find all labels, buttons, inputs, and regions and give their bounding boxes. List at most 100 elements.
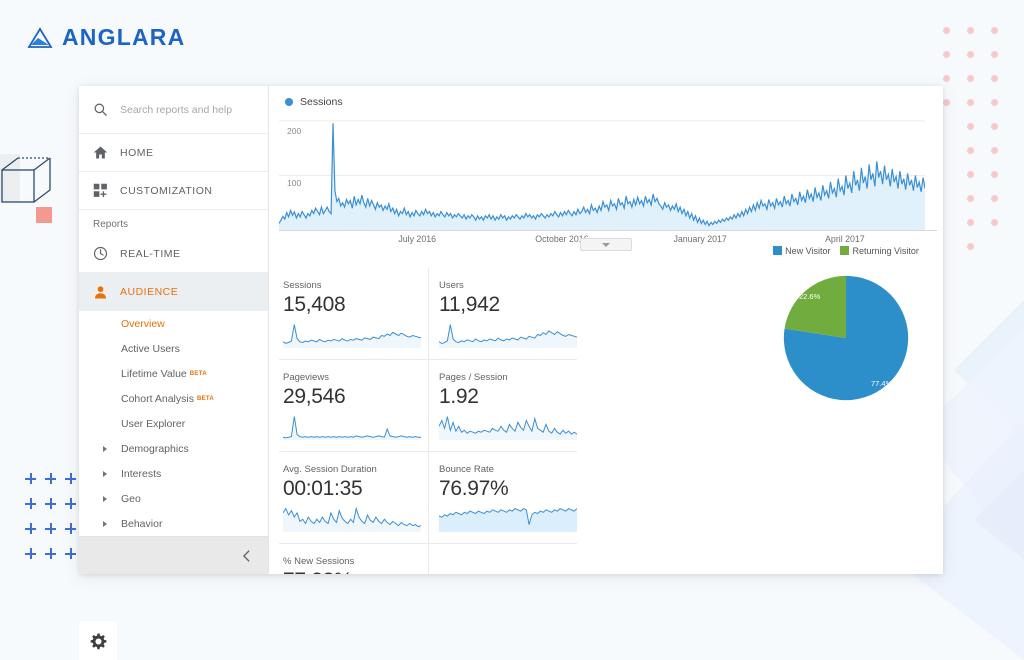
metric-value: 29,546 xyxy=(283,385,346,408)
sidebar-item-label: AUDIENCE xyxy=(120,286,179,298)
metric-card[interactable]: Sessions 15,408 xyxy=(279,268,428,360)
sidebar-subitem-user-explorer[interactable]: User Explorer xyxy=(79,411,268,436)
clock-icon xyxy=(93,246,108,261)
brand-name: ANGLARA xyxy=(62,24,186,50)
x-tick-label: April 2017 xyxy=(825,234,865,244)
metric-label: Avg. Session Duration xyxy=(283,464,377,475)
metric-sparkline xyxy=(438,508,578,532)
brand-logo: ANGLARA xyxy=(27,24,185,51)
beta-badge: BETA xyxy=(189,370,207,377)
person-icon xyxy=(94,285,107,298)
pie-legend-item: New Visitor xyxy=(773,246,830,256)
customization-grid-icon xyxy=(93,183,107,198)
metric-sparkline xyxy=(282,324,422,348)
caret-right-icon xyxy=(103,445,107,452)
sidebar-subitem-label: Overview xyxy=(121,317,165,330)
pie-legend-item: Returning Visitor xyxy=(840,246,919,256)
metric-value: 1.92 xyxy=(439,385,479,408)
sidebar-subitem-label: User Explorer xyxy=(121,417,186,430)
sidebar-subitem-lifetime-value[interactable]: Lifetime Value BETA xyxy=(79,361,268,386)
metric-sparkline xyxy=(438,324,578,348)
chevron-left-icon[interactable] xyxy=(241,549,252,563)
metric-card[interactable]: Pages / Session 1.92 xyxy=(428,360,578,452)
main-content: Sessions 200 100 July 2016 October 2016 Ja… xyxy=(269,86,943,574)
metric-label: Sessions xyxy=(283,280,322,291)
caret-right-icon xyxy=(103,520,107,527)
sidebar-section-label: Reports xyxy=(93,219,129,230)
x-tick-label: July 2016 xyxy=(398,234,437,244)
chart-legend: Sessions xyxy=(279,96,937,108)
search-row[interactable] xyxy=(79,86,268,134)
sidebar-subitem-label: Cohort Analysis xyxy=(121,392,194,405)
sidebar-subitem-behavior[interactable]: Behavior xyxy=(79,511,268,536)
search-icon xyxy=(94,103,107,116)
sidebar-item-real-time[interactable]: REAL-TIME xyxy=(79,235,268,273)
chevron-down-icon xyxy=(602,242,610,247)
sidebar-subitem-label: Interests xyxy=(121,467,162,480)
metric-label: % New Sessions xyxy=(283,556,355,567)
metric-label: Pageviews xyxy=(283,372,329,383)
sidebar-subitem-active-users[interactable]: Active Users xyxy=(79,336,268,361)
metric-value: 76.97% xyxy=(439,477,509,500)
metric-card[interactable]: % New Sessions 77.38% xyxy=(279,544,428,574)
sidebar-subitem-overview[interactable]: Overview xyxy=(79,311,268,336)
x-tick-label: January 2017 xyxy=(673,234,727,244)
y-tick-100: 100 xyxy=(287,178,302,188)
visitor-type-pie-block: New Visitor Returning Visitor 77.4% 22.6% xyxy=(751,246,941,412)
sidebar-scroll-area: HOME CUSTOMIZATION Reports REAL-TIME xyxy=(79,86,268,536)
sidebar-settings-cell[interactable] xyxy=(79,622,117,660)
metrics-grid: Sessions 15,408 Users 11,942 Pageviews 29,546… xyxy=(279,268,578,574)
sidebar-subitem-label: Geo xyxy=(121,492,141,505)
pie-slice-label-new: 77.4% xyxy=(871,379,893,388)
caret-right-icon xyxy=(103,495,107,502)
sidebar-item-label: REAL-TIME xyxy=(120,247,181,260)
sidebar: HOME CUSTOMIZATION Reports REAL-TIME xyxy=(79,86,269,574)
metric-label: Bounce Rate xyxy=(439,464,494,475)
beta-badge: BETA xyxy=(196,395,215,402)
metric-sparkline xyxy=(282,416,421,440)
sidebar-item-customization[interactable]: CUSTOMIZATION xyxy=(79,172,268,210)
sessions-chart-panel: Sessions 200 100 July 2016 October 2016 Ja… xyxy=(269,86,943,251)
metric-value: 15,408 xyxy=(283,293,346,316)
sidebar-subitem-demographics[interactable]: Demographics xyxy=(79,436,268,461)
visitor-type-pie-chart xyxy=(783,275,909,401)
sidebar-subitem-cohort-analysis[interactable]: Cohort Analysis BETA xyxy=(79,386,268,411)
metric-value: 77.38% xyxy=(283,569,428,574)
metric-value: 00:01:35 xyxy=(283,477,363,500)
pie-legend: New Visitor Returning Visitor xyxy=(751,246,941,256)
sidebar-bottom-bar xyxy=(79,536,268,574)
metric-sparkline xyxy=(438,416,578,440)
pie-slice-label-returning: 22.6% xyxy=(799,292,821,301)
metric-card[interactable]: Avg. Session Duration 00:01:35 xyxy=(279,452,428,544)
sessions-line-chart[interactable]: 200 100 xyxy=(278,110,937,230)
metric-value: 11,942 xyxy=(439,293,500,316)
sidebar-subitem-label: Lifetime Value xyxy=(121,367,187,380)
sidebar-subitem-label: Active Users xyxy=(121,342,180,355)
metric-label: Pages / Session xyxy=(439,372,508,383)
sidebar-item-home[interactable]: HOME xyxy=(79,134,268,172)
caret-right-icon xyxy=(103,470,107,477)
date-range-handle[interactable] xyxy=(580,238,632,251)
metric-card[interactable]: Bounce Rate 76.97% xyxy=(428,452,578,544)
sidebar-subitem-label: Behavior xyxy=(121,517,163,530)
chart-legend-label: Sessions xyxy=(300,96,343,108)
analytics-app-window: HOME CUSTOMIZATION Reports REAL-TIME xyxy=(79,86,943,574)
legend-dot-icon xyxy=(285,98,293,106)
sidebar-item-label: HOME xyxy=(120,146,154,159)
sessions-chart-svg xyxy=(278,120,926,230)
home-icon xyxy=(93,146,108,159)
pie-chart-wrap[interactable] xyxy=(751,264,941,412)
sidebar-subitem-geo[interactable]: Geo xyxy=(79,486,268,511)
gear-icon[interactable] xyxy=(90,633,107,650)
y-tick-200: 200 xyxy=(287,126,302,136)
triangle-swoosh-logo-icon xyxy=(27,26,53,48)
metric-sparkline xyxy=(282,506,422,532)
metric-card[interactable]: Pageviews 29,546 xyxy=(279,360,428,452)
sidebar-subitem-interests[interactable]: Interests xyxy=(79,461,268,486)
decorative-dot-grid xyxy=(934,18,1006,258)
sidebar-item-audience[interactable]: AUDIENCE xyxy=(79,273,268,311)
search-input[interactable] xyxy=(120,103,255,116)
metric-label: Users xyxy=(439,280,464,291)
sidebar-subitem-label: Demographics xyxy=(121,442,189,455)
metric-card[interactable]: Users 11,942 xyxy=(428,268,578,360)
